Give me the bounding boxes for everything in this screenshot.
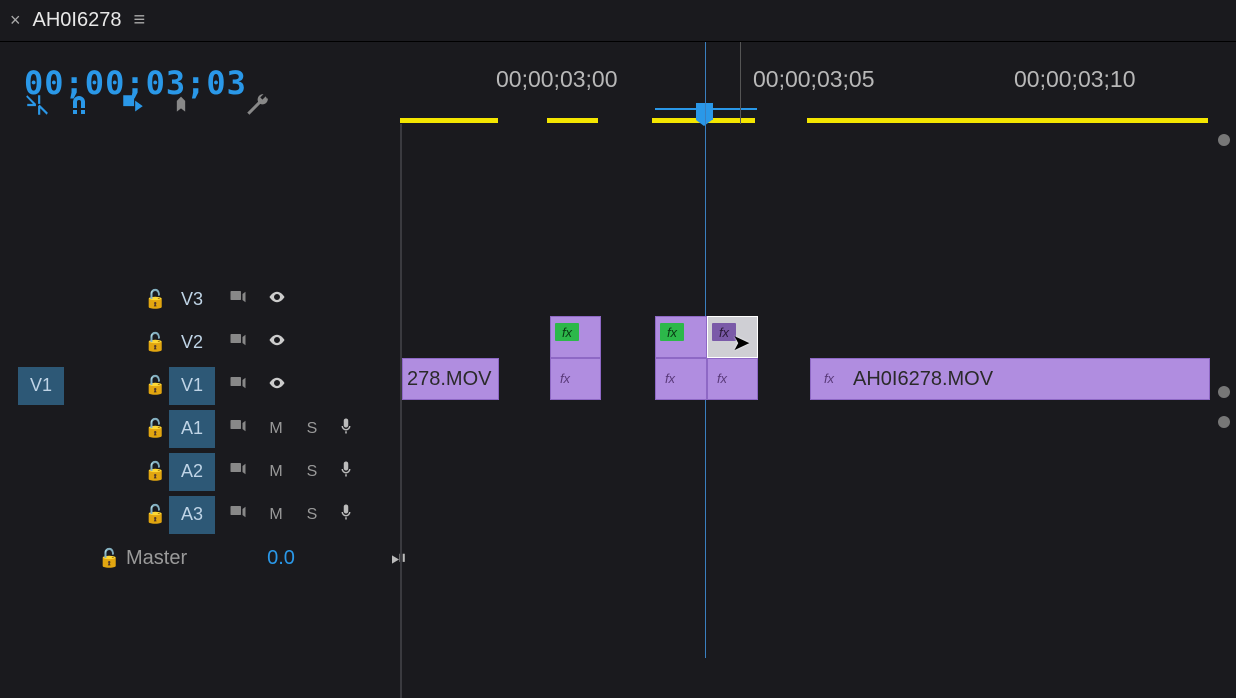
track-target-v2[interactable]: V2: [169, 324, 215, 362]
in-out-bar: [807, 118, 1208, 123]
solo-button[interactable]: S: [301, 506, 323, 524]
lock-icon[interactable]: 🔓: [144, 375, 164, 396]
in-out-bar: [400, 118, 498, 123]
sequence-name[interactable]: AH0I6278: [33, 9, 122, 32]
ruler-label: 00;00;03;05: [753, 66, 875, 93]
mute-button[interactable]: M: [265, 506, 287, 524]
clip-v2[interactable]: fx: [655, 316, 707, 358]
lock-icon[interactable]: 🔓: [144, 289, 164, 310]
voiceover-record-icon[interactable]: [337, 502, 359, 527]
solo-button[interactable]: S: [301, 463, 323, 481]
lock-icon[interactable]: 🔓: [98, 548, 118, 569]
lock-icon[interactable]: 🔓: [144, 504, 164, 525]
marker-icon[interactable]: [168, 92, 194, 118]
source-patch-v1[interactable]: V1: [18, 367, 64, 405]
voiceover-record-icon[interactable]: [337, 459, 359, 484]
fx-badge-icon: fx: [660, 323, 684, 341]
hamburger-icon[interactable]: ≡: [129, 9, 149, 32]
sync-lock-icon[interactable]: [227, 460, 251, 483]
sync-lock-icon[interactable]: [227, 331, 251, 354]
scroll-dot[interactable]: [1218, 416, 1230, 428]
panel-header: × AH0I6278 ≡: [0, 0, 1236, 42]
track-row-v2: 🔓 V2: [0, 321, 400, 364]
sync-lock-icon[interactable]: [227, 417, 251, 440]
toggle-track-output-icon[interactable]: [265, 288, 293, 312]
mute-button[interactable]: M: [265, 463, 287, 481]
ruler-label: 00;00;03;00: [496, 66, 618, 93]
fx-badge-icon: fx: [555, 323, 579, 341]
track-headers: 🔓 V3 🔓 V2 V1 🔓 V1 🔓 A1 M S: [0, 278, 400, 580]
lock-icon[interactable]: 🔓: [144, 332, 164, 353]
master-value[interactable]: 0.0: [267, 547, 295, 570]
clip-v2-selected[interactable]: fx: [707, 316, 758, 358]
fx-badge-icon: fx: [660, 370, 680, 386]
lock-icon[interactable]: 🔓: [144, 461, 164, 482]
scroll-dot[interactable]: [1218, 386, 1230, 398]
track-target-v1[interactable]: V1: [169, 367, 215, 405]
mute-button[interactable]: M: [265, 420, 287, 438]
track-row-master: 🔓 Master 0.0 ⏯: [0, 536, 400, 580]
sync-lock-icon[interactable]: [227, 374, 251, 397]
snap-icon[interactable]: [72, 92, 98, 118]
clip-v1[interactable]: fx: [707, 358, 758, 400]
in-out-bar: [547, 118, 598, 123]
settings-wrench-icon[interactable]: [244, 92, 270, 118]
toggle-track-output-icon[interactable]: [265, 374, 293, 398]
fx-badge-icon: fx: [555, 370, 575, 386]
edit-marker-line: [740, 42, 741, 124]
track-target-a2[interactable]: A2: [169, 453, 215, 491]
clip-v1[interactable]: 278.MOV: [402, 358, 499, 400]
close-icon[interactable]: ×: [6, 10, 25, 31]
ruler-label: 00;00;03;10: [1014, 66, 1136, 93]
linked-selection-icon[interactable]: [120, 92, 146, 118]
time-ruler[interactable]: 00;00;03;00 00;00;03;05 00;00;03;10: [400, 48, 1216, 124]
track-target-a3[interactable]: A3: [169, 496, 215, 534]
clip-v1[interactable]: fx: [550, 358, 601, 400]
timeline-area[interactable]: fx fx fx 278.MOV fx fx fx fx AH0I6278.MO…: [400, 124, 1216, 698]
track-row-a3: 🔓 A3 M S: [0, 493, 400, 536]
timeline-tool-row: [24, 92, 270, 118]
track-row-a2: 🔓 A2 M S: [0, 450, 400, 493]
clip-v1[interactable]: fx AH0I6278.MOV: [810, 358, 1210, 400]
voiceover-record-icon[interactable]: [337, 416, 359, 441]
track-target-v3[interactable]: V3: [169, 281, 215, 319]
sync-lock-icon[interactable]: [227, 288, 251, 311]
track-row-v3: 🔓 V3: [0, 278, 400, 321]
track-target-a1[interactable]: A1: [169, 410, 215, 448]
clip-label: AH0I6278.MOV: [811, 359, 1209, 399]
fx-badge-icon: fx: [712, 323, 736, 341]
clip-v2[interactable]: fx: [550, 316, 601, 358]
sync-lock-icon[interactable]: [227, 503, 251, 526]
solo-button[interactable]: S: [301, 420, 323, 438]
fx-badge-icon: fx: [819, 370, 839, 386]
track-row-v1: V1 🔓 V1: [0, 364, 400, 407]
scroll-dot[interactable]: [1218, 134, 1230, 146]
clip-label: 278.MOV: [403, 359, 498, 399]
lock-icon[interactable]: 🔓: [144, 418, 164, 439]
fx-badge-icon: fx: [712, 370, 732, 386]
master-label: Master: [126, 547, 187, 570]
toggle-track-output-icon[interactable]: [265, 331, 293, 355]
clip-v1[interactable]: fx: [655, 358, 707, 400]
track-row-a1: 🔓 A1 M S: [0, 407, 400, 450]
nest-sequence-icon[interactable]: [24, 92, 50, 118]
